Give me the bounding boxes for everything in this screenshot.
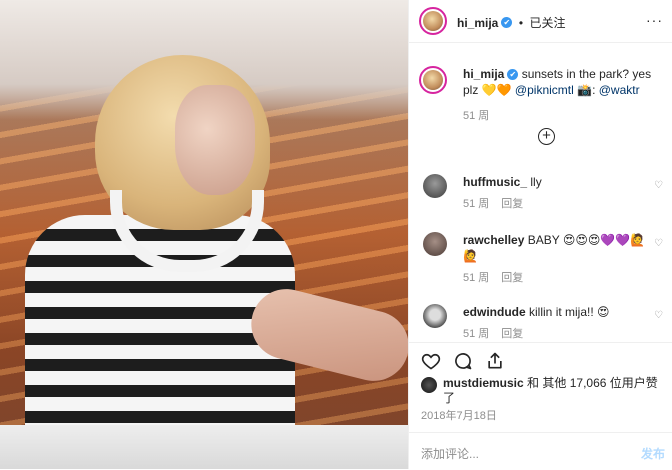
caption-text-block: hi_mija ✔ sunsets in the park? yes plz 💛🧡… <box>463 66 663 124</box>
post-header: hi_mija ✔ • 已关注 ··· <box>409 0 672 43</box>
caption-emoji: 💛🧡 <box>481 83 512 97</box>
comment-reply-button[interactable]: 回复 <box>501 328 523 340</box>
caption-avatar[interactable] <box>419 66 447 94</box>
comment-username[interactable]: rawchelley <box>463 233 524 247</box>
plus-circle-icon[interactable]: + <box>538 128 555 145</box>
comment-meta: 51 周回复 <box>463 270 648 286</box>
caption-username[interactable]: hi_mija <box>463 67 504 81</box>
post-sidebar: hi_mija ✔ • 已关注 ··· hi_mija ✔ sunsets in t… <box>408 0 672 469</box>
comment-username[interactable]: edwindude <box>463 305 526 319</box>
author-avatar[interactable] <box>419 7 447 35</box>
commenter-avatar[interactable] <box>423 174 447 198</box>
action-bar <box>409 342 672 370</box>
camera-emoji: 📸: <box>577 83 596 97</box>
follow-status-button[interactable]: 已关注 <box>529 16 565 30</box>
heart-icon[interactable] <box>421 351 441 371</box>
header-info: hi_mija ✔ • 已关注 <box>457 14 565 32</box>
caption-time[interactable]: 51 周 <box>463 108 663 124</box>
comment-reply-button[interactable]: 回复 <box>501 198 523 210</box>
instagram-post: hi_mija ✔ • 已关注 ··· hi_mija ✔ sunsets in t… <box>0 0 672 469</box>
photo-face <box>175 85 255 195</box>
comment-like-heart-icon[interactable]: ♡ <box>654 308 663 324</box>
comment-text: killin it mija!! 😍 <box>529 305 610 319</box>
comment-text: lly <box>530 175 542 189</box>
caption-mention-piknicmtl[interactable]: @piknicmtl <box>515 83 574 97</box>
comment-icon[interactable] <box>453 351 473 371</box>
comment-like-heart-icon[interactable]: ♡ <box>654 236 663 252</box>
liker-username[interactable]: mustdiemusic <box>443 376 524 390</box>
header-username[interactable]: hi_mija <box>457 16 498 30</box>
comment-like-heart-icon[interactable]: ♡ <box>654 178 663 194</box>
comment-meta: 51 周回复 <box>463 326 648 342</box>
comment-input[interactable]: 添加评论... <box>421 445 479 462</box>
comment-time[interactable]: 51 周 <box>463 272 489 284</box>
likes-text: mustdiemusic 和 其他 17,066 位用户赞了 <box>443 376 663 406</box>
post-photo[interactable] <box>0 0 408 469</box>
comment-body: rawchelley BABY 😍😍😍💜💜🙋🙋 51 周回复 <box>463 232 648 286</box>
commenter-avatar[interactable] <box>423 232 447 256</box>
verified-icon: ✔ <box>507 69 519 81</box>
post-comment-button[interactable]: 发布 <box>641 445 665 462</box>
liker-avatar[interactable] <box>421 377 437 393</box>
commenter-avatar[interactable] <box>423 304 447 328</box>
header-separator: • <box>518 16 524 30</box>
photo-desk <box>0 425 408 469</box>
comment-username[interactable]: huffmusic_ <box>463 175 527 189</box>
share-icon[interactable] <box>485 351 505 371</box>
more-icon[interactable]: ··· <box>646 12 663 28</box>
verified-icon: ✔ <box>501 17 513 29</box>
comment-body: edwindude killin it mija!! 😍 51 周回复 <box>463 304 648 342</box>
post-date: 2018年7月18日 <box>421 410 497 422</box>
caption-mention-waktr[interactable]: @waktr <box>599 83 640 97</box>
comment-meta: 51 周回复 <box>463 196 648 212</box>
comment-body: huffmusic_ lly 51 周回复 <box>463 174 648 212</box>
comment-reply-button[interactable]: 回复 <box>501 272 523 284</box>
comment-time[interactable]: 51 周 <box>463 198 489 210</box>
add-comment-bar: 添加评论... 发布 <box>409 432 672 470</box>
comment-time[interactable]: 51 周 <box>463 328 489 340</box>
